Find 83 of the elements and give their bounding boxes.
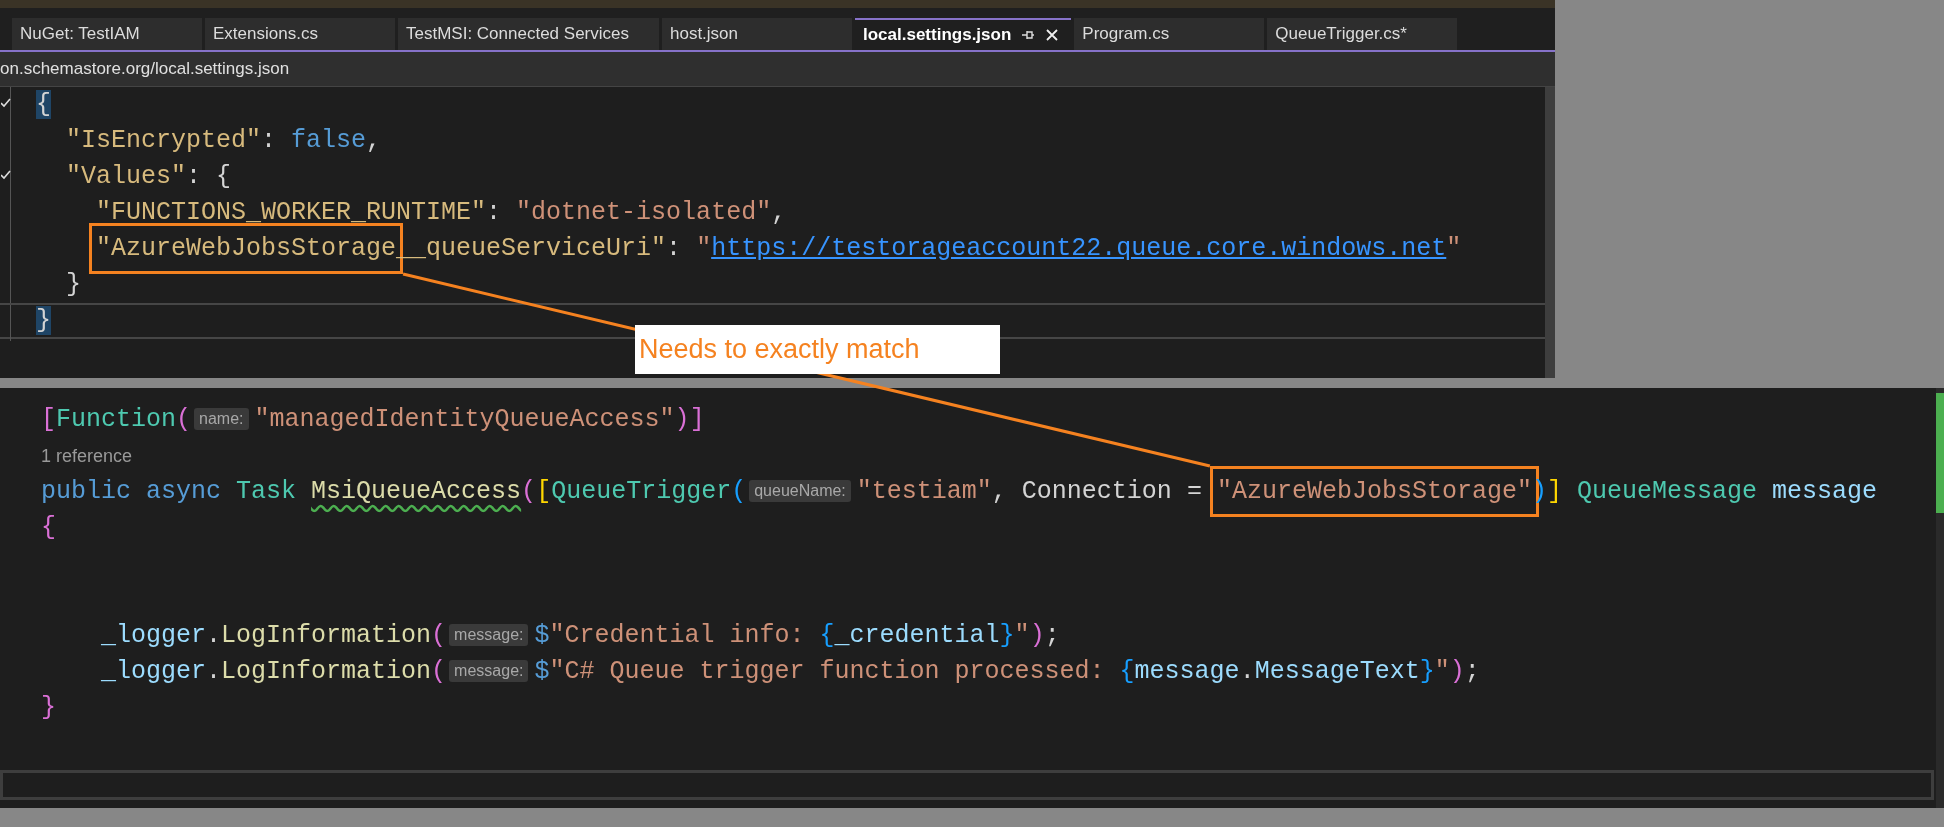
- code-text: }: [999, 621, 1015, 650]
- code-text: }: [66, 270, 81, 299]
- parameter-hint: queueName:: [749, 480, 851, 502]
- editor-tab[interactable]: QueueTrigger.cs*: [1267, 18, 1458, 50]
- parameter-hint: message:: [449, 624, 529, 646]
- url-link[interactable]: https://testorageaccount22.queue.core.windows.net: [711, 234, 1447, 263]
- editor-tab[interactable]: Extensions.cs: [205, 18, 395, 50]
- code-text: "Credential info:: [549, 621, 806, 650]
- code-text: ": [1446, 234, 1462, 263]
- code-text: (: [731, 477, 747, 506]
- code-text: (: [431, 657, 447, 686]
- scrollbar[interactable]: [0, 770, 1934, 800]
- reference-count[interactable]: 1 reference: [41, 446, 133, 466]
- code-text: LogInformation: [221, 657, 432, 686]
- code-text: QueueMessage: [1576, 477, 1758, 506]
- code-text: {: [1119, 657, 1135, 686]
- code-text: :: [486, 198, 503, 227]
- code-text: :: [666, 234, 683, 263]
- code-text: .: [1239, 657, 1255, 686]
- code-text: QueueTrigger: [551, 477, 732, 506]
- code-text: false: [291, 126, 367, 155]
- code-text: ": [696, 234, 712, 263]
- code-text: "FUNCTIONS_WORKER_RUNTIME": [96, 198, 487, 227]
- code-text: "AzureWebJobsStorage: [96, 234, 397, 263]
- code-text: "managedIdentityQueueAccess": [254, 405, 675, 434]
- code-text: }: [1419, 657, 1435, 686]
- code-text: Task: [236, 477, 298, 506]
- code-text: $: [534, 621, 550, 650]
- code-text: message: [1771, 477, 1878, 506]
- code-text: "testiam": [856, 477, 992, 506]
- code-text: [: [41, 405, 56, 434]
- editor-tab[interactable]: host.json: [662, 18, 852, 50]
- code-text: (: [176, 405, 192, 434]
- code-text: {: [41, 513, 56, 542]
- code-text: ;: [1464, 657, 1480, 686]
- code-text: ]: [689, 405, 705, 434]
- code-text: _logger: [101, 657, 207, 686]
- code-text: , Connection =: [991, 477, 1203, 506]
- code-text: }: [36, 306, 51, 335]
- code-text: MessageText: [1254, 657, 1420, 686]
- code-text: "IsEncrypted": [66, 126, 262, 155]
- code-text: : {: [186, 162, 232, 191]
- code-text: ": [1434, 657, 1450, 686]
- code-text: ): [1449, 657, 1465, 686]
- code-text: _credential: [834, 621, 1000, 650]
- pin-icon[interactable]: [1021, 28, 1036, 42]
- scrollbar[interactable]: [1936, 388, 1944, 808]
- code-text: "dotnet-isolated": [516, 198, 772, 227]
- scrollbar[interactable]: [1545, 87, 1555, 378]
- code-text: "AzureWebJobsStorage": [1216, 477, 1532, 506]
- code-text: .: [206, 621, 222, 650]
- code-text: {: [36, 90, 51, 119]
- code-text: ": [1014, 621, 1030, 650]
- code-text: MsiQueueAccess: [311, 477, 522, 506]
- code-text: message: [1134, 657, 1240, 686]
- editor-tab[interactable]: Program.cs: [1074, 18, 1265, 50]
- code-text: (: [521, 477, 537, 506]
- schema-path: on.schemastore.org/local.settings.json: [0, 59, 290, 79]
- code-text: "Values": [66, 162, 187, 191]
- code-text: public async: [41, 477, 223, 506]
- code-text: {: [819, 621, 835, 650]
- code-text: (: [431, 621, 447, 650]
- code-text: "C# Queue trigger function processed:: [549, 657, 1106, 686]
- parameter-hint: message:: [449, 660, 529, 682]
- code-text: [: [536, 477, 552, 506]
- code-text: ,: [771, 198, 787, 227]
- code-text: $: [534, 657, 550, 686]
- parameter-hint: name:: [194, 408, 249, 430]
- code-text: }: [41, 693, 56, 722]
- code-text: :: [261, 126, 278, 155]
- editor-tab[interactable]: TestMSI: Connected Services: [398, 18, 659, 50]
- code-text: ,: [366, 126, 382, 155]
- code-text: LogInformation: [221, 621, 432, 650]
- code-text: _logger: [101, 621, 207, 650]
- annotation-label: Needs to exactly match: [635, 325, 1000, 374]
- code-text: ): [1029, 621, 1045, 650]
- editor-tab[interactable]: NuGet: TestIAM: [12, 18, 202, 50]
- code-text: .: [206, 657, 222, 686]
- close-icon[interactable]: [1045, 28, 1060, 42]
- code-text: ;: [1044, 621, 1060, 650]
- code-text: ]: [1546, 477, 1562, 506]
- code-text: ): [674, 405, 690, 434]
- code-text: Function: [56, 405, 177, 434]
